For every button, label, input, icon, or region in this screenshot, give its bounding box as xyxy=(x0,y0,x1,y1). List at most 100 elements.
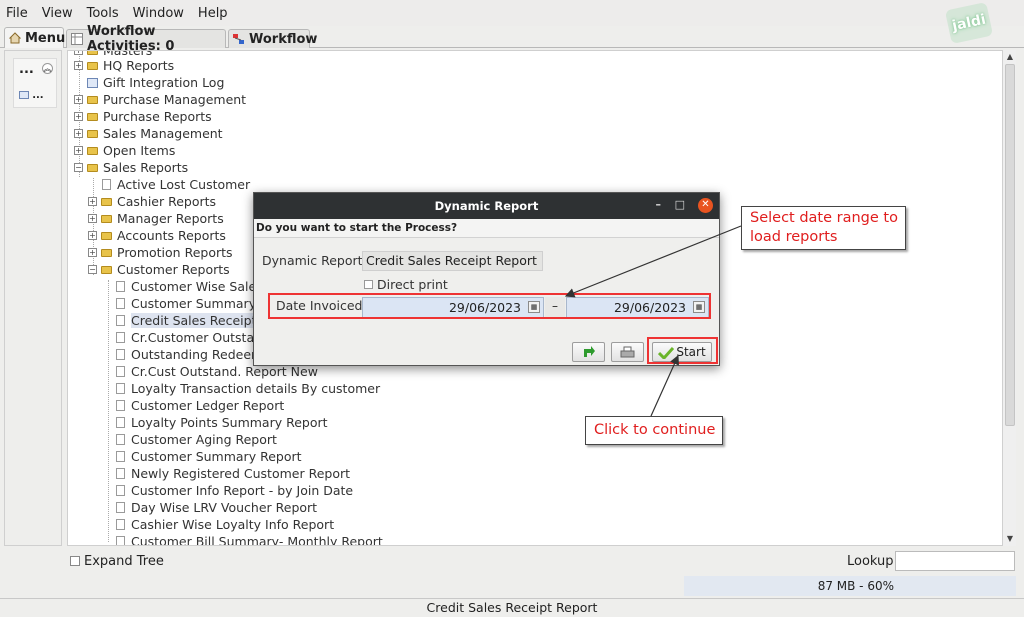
report-icon xyxy=(116,434,125,445)
tree-folder-manager-reports[interactable]: + Manager Reports xyxy=(88,210,224,227)
tree-folder-open-items[interactable]: + Open Items xyxy=(74,142,175,159)
folder-icon xyxy=(87,146,98,155)
tree-folder-customer-reports[interactable]: − Customer Reports xyxy=(88,261,230,278)
expand-icon[interactable]: + xyxy=(88,197,97,206)
home-icon xyxy=(8,32,22,44)
date-range-highlight xyxy=(268,293,711,319)
folder-icon xyxy=(87,112,98,121)
expand-icon[interactable]: + xyxy=(88,248,97,257)
expand-tree-checkbox[interactable] xyxy=(70,556,80,566)
left-panel: ... ︽ ... xyxy=(4,50,62,546)
direct-print-label: Direct print xyxy=(377,277,448,292)
memory-indicator[interactable]: 87 MB - 60% xyxy=(684,576,1016,596)
report-label: Dynamic Report xyxy=(262,253,363,268)
tree-bottom-bar: Expand Tree Lookup xyxy=(67,551,1016,571)
report-icon xyxy=(116,451,125,462)
lookup-label: Lookup xyxy=(847,554,894,569)
expand-icon[interactable]: + xyxy=(74,146,83,155)
menu-help[interactable]: Help xyxy=(198,6,228,21)
expand-icon[interactable]: + xyxy=(74,129,83,138)
tab-workflow[interactable]: Workflow xyxy=(228,29,317,48)
dialog-question: Do you want to start the Process? xyxy=(254,219,719,238)
folder-icon xyxy=(101,248,112,257)
report-icon xyxy=(116,502,125,513)
collapse-up-icon[interactable]: ︽ xyxy=(42,63,53,74)
printer-icon xyxy=(620,346,635,357)
menu-window[interactable]: Window xyxy=(133,6,184,21)
left-panel-item[interactable]: ... xyxy=(19,90,44,101)
folder-icon xyxy=(101,197,112,206)
table-icon xyxy=(71,33,83,45)
tree-folder-purchase-reports[interactable]: + Purchase Reports xyxy=(74,108,212,125)
collapse-icon[interactable]: − xyxy=(88,265,97,274)
tree-item-day-wise-lrv[interactable]: Day Wise LRV Voucher Report xyxy=(116,499,317,516)
close-icon[interactable]: ✕ xyxy=(698,198,713,213)
dialog-title: Dynamic Report xyxy=(434,199,539,213)
report-icon xyxy=(116,366,125,377)
tree-folder-sales-management[interactable]: + Sales Management xyxy=(74,125,223,142)
report-icon xyxy=(116,315,125,326)
expand-icon[interactable]: + xyxy=(74,61,83,70)
tree-item-customer-summary[interactable]: Customer Summary xyxy=(116,295,256,312)
expand-icon[interactable]: + xyxy=(74,51,83,55)
menu-bar: File View Tools Window Help xyxy=(0,0,1024,26)
tree-folder-sales-reports[interactable]: − Sales Reports xyxy=(74,159,188,176)
collapse-icon[interactable]: − xyxy=(74,163,83,172)
expand-icon[interactable]: + xyxy=(88,231,97,240)
report-icon xyxy=(116,417,125,428)
scroll-thumb[interactable] xyxy=(1005,64,1015,426)
left-panel-item-dots: ... xyxy=(32,90,44,101)
menu-file[interactable]: File xyxy=(6,6,28,21)
report-icon xyxy=(116,400,125,411)
folder-icon xyxy=(87,51,98,55)
report-icon xyxy=(116,298,125,309)
tree-item-outstanding-redeem[interactable]: Outstanding Redeem xyxy=(116,346,263,363)
tree-item-customer-bill-summary[interactable]: Customer Bill Summary- Monthly Report xyxy=(116,533,383,545)
report-icon xyxy=(116,468,125,479)
expand-icon[interactable]: + xyxy=(74,95,83,104)
tree-scrollbar[interactable]: ▲ ▼ xyxy=(1002,50,1016,546)
left-panel-dots[interactable]: ... xyxy=(19,62,34,77)
dialog-titlebar[interactable]: Dynamic Report – □ ✕ xyxy=(254,193,719,219)
tree-folder-cashier-reports[interactable]: + Cashier Reports xyxy=(88,193,216,210)
tree-item-active-lost-customer[interactable]: Active Lost Customer xyxy=(102,176,250,193)
tab-menu[interactable]: Menu xyxy=(4,27,65,48)
maximize-icon[interactable]: □ xyxy=(675,198,685,211)
report-icon xyxy=(116,536,125,545)
tab-workflow-activities[interactable]: Workflow Activities: 0 xyxy=(66,24,226,54)
tree-item-cashier-wise-loyalty[interactable]: Cashier Wise Loyalty Info Report xyxy=(116,516,334,533)
expand-icon[interactable]: + xyxy=(88,214,97,223)
scroll-down-icon[interactable]: ▼ xyxy=(1005,534,1015,544)
refresh-button[interactable] xyxy=(572,342,605,362)
tree-item-newly-registered[interactable]: Newly Registered Customer Report xyxy=(116,465,350,482)
tree-item-customer-info-join-date[interactable]: Customer Info Report - by Join Date xyxy=(116,482,353,499)
tree-folder-purchase-management[interactable]: + Purchase Management xyxy=(74,91,246,108)
tree-item-customer-summary-report[interactable]: Customer Summary Report xyxy=(116,448,302,465)
tree-item-loyalty-transaction[interactable]: Loyalty Transaction details By customer xyxy=(116,380,380,397)
left-panel-box: ... ︽ ... xyxy=(13,58,57,108)
expand-icon[interactable]: + xyxy=(74,112,83,121)
direct-print-checkbox[interactable] xyxy=(364,280,373,289)
tree-item-customer-ledger[interactable]: Customer Ledger Report xyxy=(116,397,284,414)
folder-icon xyxy=(87,95,98,104)
tree-folder-promotion-reports[interactable]: + Promotion Reports xyxy=(88,244,233,261)
scroll-up-icon[interactable]: ▲ xyxy=(1005,52,1015,62)
menu-tools[interactable]: Tools xyxy=(87,6,119,21)
lookup-input[interactable] xyxy=(895,551,1015,571)
print-button[interactable] xyxy=(611,342,644,362)
tree-folder-accounts-reports[interactable]: + Accounts Reports xyxy=(88,227,226,244)
tree-folder-hq-reports[interactable]: + HQ Reports xyxy=(74,57,174,74)
start-button-highlight xyxy=(647,337,718,364)
report-icon xyxy=(102,179,111,190)
open-folder-icon xyxy=(101,265,112,274)
tree-item-customer-aging[interactable]: Customer Aging Report xyxy=(116,431,277,448)
menu-view[interactable]: View xyxy=(42,6,73,21)
folder-icon xyxy=(87,61,98,70)
minimize-icon[interactable]: – xyxy=(656,198,662,211)
tree-item-customer-wise-sales[interactable]: Customer Wise Sales xyxy=(116,278,263,295)
tree-item-gift-integration-log[interactable]: Gift Integration Log xyxy=(87,74,224,91)
tree-item-credit-sales-receipt[interactable]: Credit Sales Receipt xyxy=(116,312,257,329)
tree-item-cr-customer-outstanding[interactable]: Cr.Customer Outstan xyxy=(116,329,262,346)
tree-item-loyalty-points-summary[interactable]: Loyalty Points Summary Report xyxy=(116,414,328,431)
folder-icon xyxy=(101,231,112,240)
